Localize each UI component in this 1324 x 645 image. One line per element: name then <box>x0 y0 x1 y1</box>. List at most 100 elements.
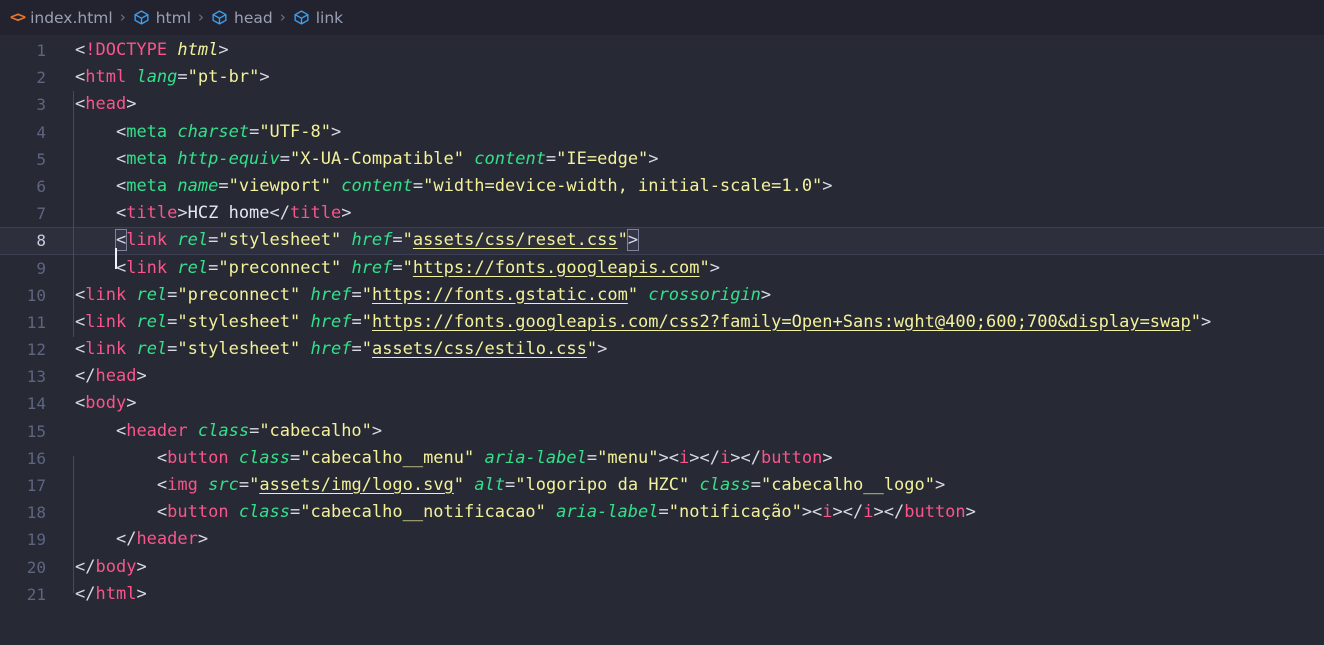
line-content[interactable]: <meta charset="UTF-8"> <box>46 119 1324 146</box>
code-line[interactable]: 3 <head> <box>0 91 1324 118</box>
code-line[interactable]: 10 <link rel="preconnect" href="https://… <box>0 282 1324 309</box>
link-href[interactable]: https://fonts.googleapis.com/css2?family… <box>372 312 1191 332</box>
token-punct: >< <box>658 447 680 468</box>
code-line[interactable]: 2 <html lang="pt-br"> <box>0 64 1324 91</box>
code-line[interactable]: 5 <meta http-equiv="X-UA-Compatible" con… <box>0 146 1324 173</box>
code-line[interactable]: 20 </body> <box>0 554 1324 581</box>
line-content[interactable]: <!DOCTYPE html> <box>46 37 1324 64</box>
token-doctype: !DOCTYPE <box>85 40 168 60</box>
link-href[interactable]: assets/css/estilo.css <box>372 339 587 359</box>
token-tag: body <box>95 556 137 577</box>
token-punct: " <box>586 339 598 360</box>
code-line[interactable]: 1 <!DOCTYPE html> <box>0 37 1324 64</box>
token-string: "cabecalho__menu" <box>300 447 475 468</box>
line-content[interactable]: <meta name="viewport" content="width=dev… <box>46 173 1324 200</box>
token-punct: = <box>586 447 598 468</box>
token-punct: > <box>822 447 833 468</box>
line-content[interactable]: <body> <box>46 390 1324 417</box>
line-content[interactable]: </body> <box>46 554 1324 581</box>
token-punct: > <box>965 502 976 523</box>
line-content[interactable]: </header> <box>46 526 1324 553</box>
breadcrumb-item-link[interactable]: link <box>293 9 343 27</box>
token-punct: < <box>156 447 168 468</box>
token-attr: content <box>474 148 546 169</box>
line-content[interactable]: <title>HCZ home</title> <box>46 200 1324 227</box>
link-href[interactable]: https://fonts.googleapis.com <box>413 258 700 278</box>
token-punct: " <box>699 257 710 278</box>
token-attr: class <box>699 475 751 495</box>
code-line[interactable]: 19 </header> <box>0 526 1324 553</box>
link-href[interactable]: assets/css/reset.css <box>413 230 618 250</box>
token-string: "preconnect" <box>177 284 301 305</box>
code-line[interactable]: 4 <meta charset="UTF-8"> <box>0 119 1324 146</box>
line-content[interactable]: <link rel="stylesheet" href="assets/css/… <box>46 336 1324 363</box>
line-content[interactable]: <header class="cabecalho"> <box>46 418 1324 445</box>
token-punct: " <box>361 284 372 305</box>
token-punct: " <box>249 475 260 495</box>
line-content[interactable]: <html lang="pt-br"> <box>46 64 1324 91</box>
line-content[interactable]: <link rel="preconnect" href="https://fon… <box>46 255 1324 282</box>
code-line[interactable]: 6 <meta name="viewport" content="width=d… <box>0 173 1324 200</box>
token-punct: = <box>167 284 178 305</box>
line-content[interactable]: <meta http-equiv="X-UA-Compatible" conte… <box>46 146 1324 173</box>
line-content[interactable]: <link rel="stylesheet" href="https://fon… <box>46 309 1324 336</box>
code-lines[interactable]: 1 <!DOCTYPE html> 2 <html lang="pt-br"> … <box>0 35 1324 608</box>
code-line[interactable]: 17 <img src="assets/img/logo.svg" alt="l… <box>0 472 1324 499</box>
code-line[interactable]: 9 <link rel="preconnect" href="https://f… <box>0 255 1324 282</box>
token-punct: < <box>75 311 86 332</box>
line-number: 17 <box>26 476 46 495</box>
code-line[interactable]: 13 </head> <box>0 363 1324 390</box>
breadcrumb-item-file[interactable]: <> index.html <box>10 8 113 27</box>
code-line[interactable]: 15 <header class="cabecalho"> <box>0 418 1324 445</box>
code-line[interactable]: 16 <button class="cabecalho__menu" aria-… <box>0 445 1324 472</box>
line-content[interactable]: <head> <box>46 91 1324 118</box>
code-line[interactable]: 12 <link rel="stylesheet" href="assets/c… <box>0 336 1324 363</box>
token-punct: > <box>136 366 147 387</box>
breadcrumb-item-head[interactable]: head <box>211 9 273 27</box>
token-attr: class <box>238 447 290 468</box>
code-line[interactable]: 21 </html> <box>0 581 1324 608</box>
code-editor[interactable]: 1 <!DOCTYPE html> 2 <html lang="pt-br"> … <box>0 35 1324 645</box>
line-content[interactable]: <img src="assets/img/logo.svg" alt="logo… <box>46 472 1324 499</box>
line-number: 1 <box>36 41 46 60</box>
code-line[interactable]: 11 <link rel="stylesheet" href="https://… <box>0 309 1324 336</box>
token-punct: > <box>822 175 833 196</box>
token-punct: < <box>75 339 86 360</box>
line-content[interactable]: <button class="cabecalho__notificacao" a… <box>46 499 1324 526</box>
token-attr: href <box>310 311 352 332</box>
code-line[interactable]: 14 <body> <box>0 390 1324 417</box>
token-punct: > <box>371 420 383 441</box>
token-punct: < <box>75 67 86 88</box>
token-punct: " <box>402 230 413 251</box>
token-punct: > <box>934 475 946 495</box>
breadcrumb-label-head: head <box>234 8 273 27</box>
token-tag: link <box>126 230 168 251</box>
line-content[interactable]: </head> <box>46 363 1324 390</box>
breadcrumb-label-link: link <box>315 8 344 27</box>
token-punct: > <box>136 556 147 577</box>
line-content[interactable]: <button class="cabecalho__menu" aria-lab… <box>46 445 1324 472</box>
link-src[interactable]: assets/img/logo.svg <box>259 475 453 495</box>
token-tag: body <box>85 393 127 414</box>
link-href[interactable]: https://fonts.gstatic.com <box>372 285 628 305</box>
token-tag: img <box>167 475 198 495</box>
code-line[interactable]: 18 <button class="cabecalho__notificacao… <box>0 499 1324 526</box>
code-line-active[interactable]: 8 <link rel="stylesheet" href="assets/cs… <box>0 227 1324 270</box>
code-line[interactable]: 7 <title>HCZ home</title> <box>0 200 1324 227</box>
token-tag: button <box>167 502 229 523</box>
breadcrumb-item-html[interactable]: html <box>133 9 191 27</box>
breadcrumb-label-file: index.html <box>30 8 113 27</box>
bracket-match-close: > <box>626 229 640 252</box>
breadcrumb-label-html: html <box>155 8 192 27</box>
line-content[interactable]: <link rel="stylesheet" href="assets/css/… <box>46 227 1324 270</box>
token-punct: = <box>208 230 219 251</box>
line-content[interactable]: </html> <box>46 581 1324 608</box>
line-content[interactable]: <link rel="preconnect" href="https://fon… <box>46 282 1324 309</box>
